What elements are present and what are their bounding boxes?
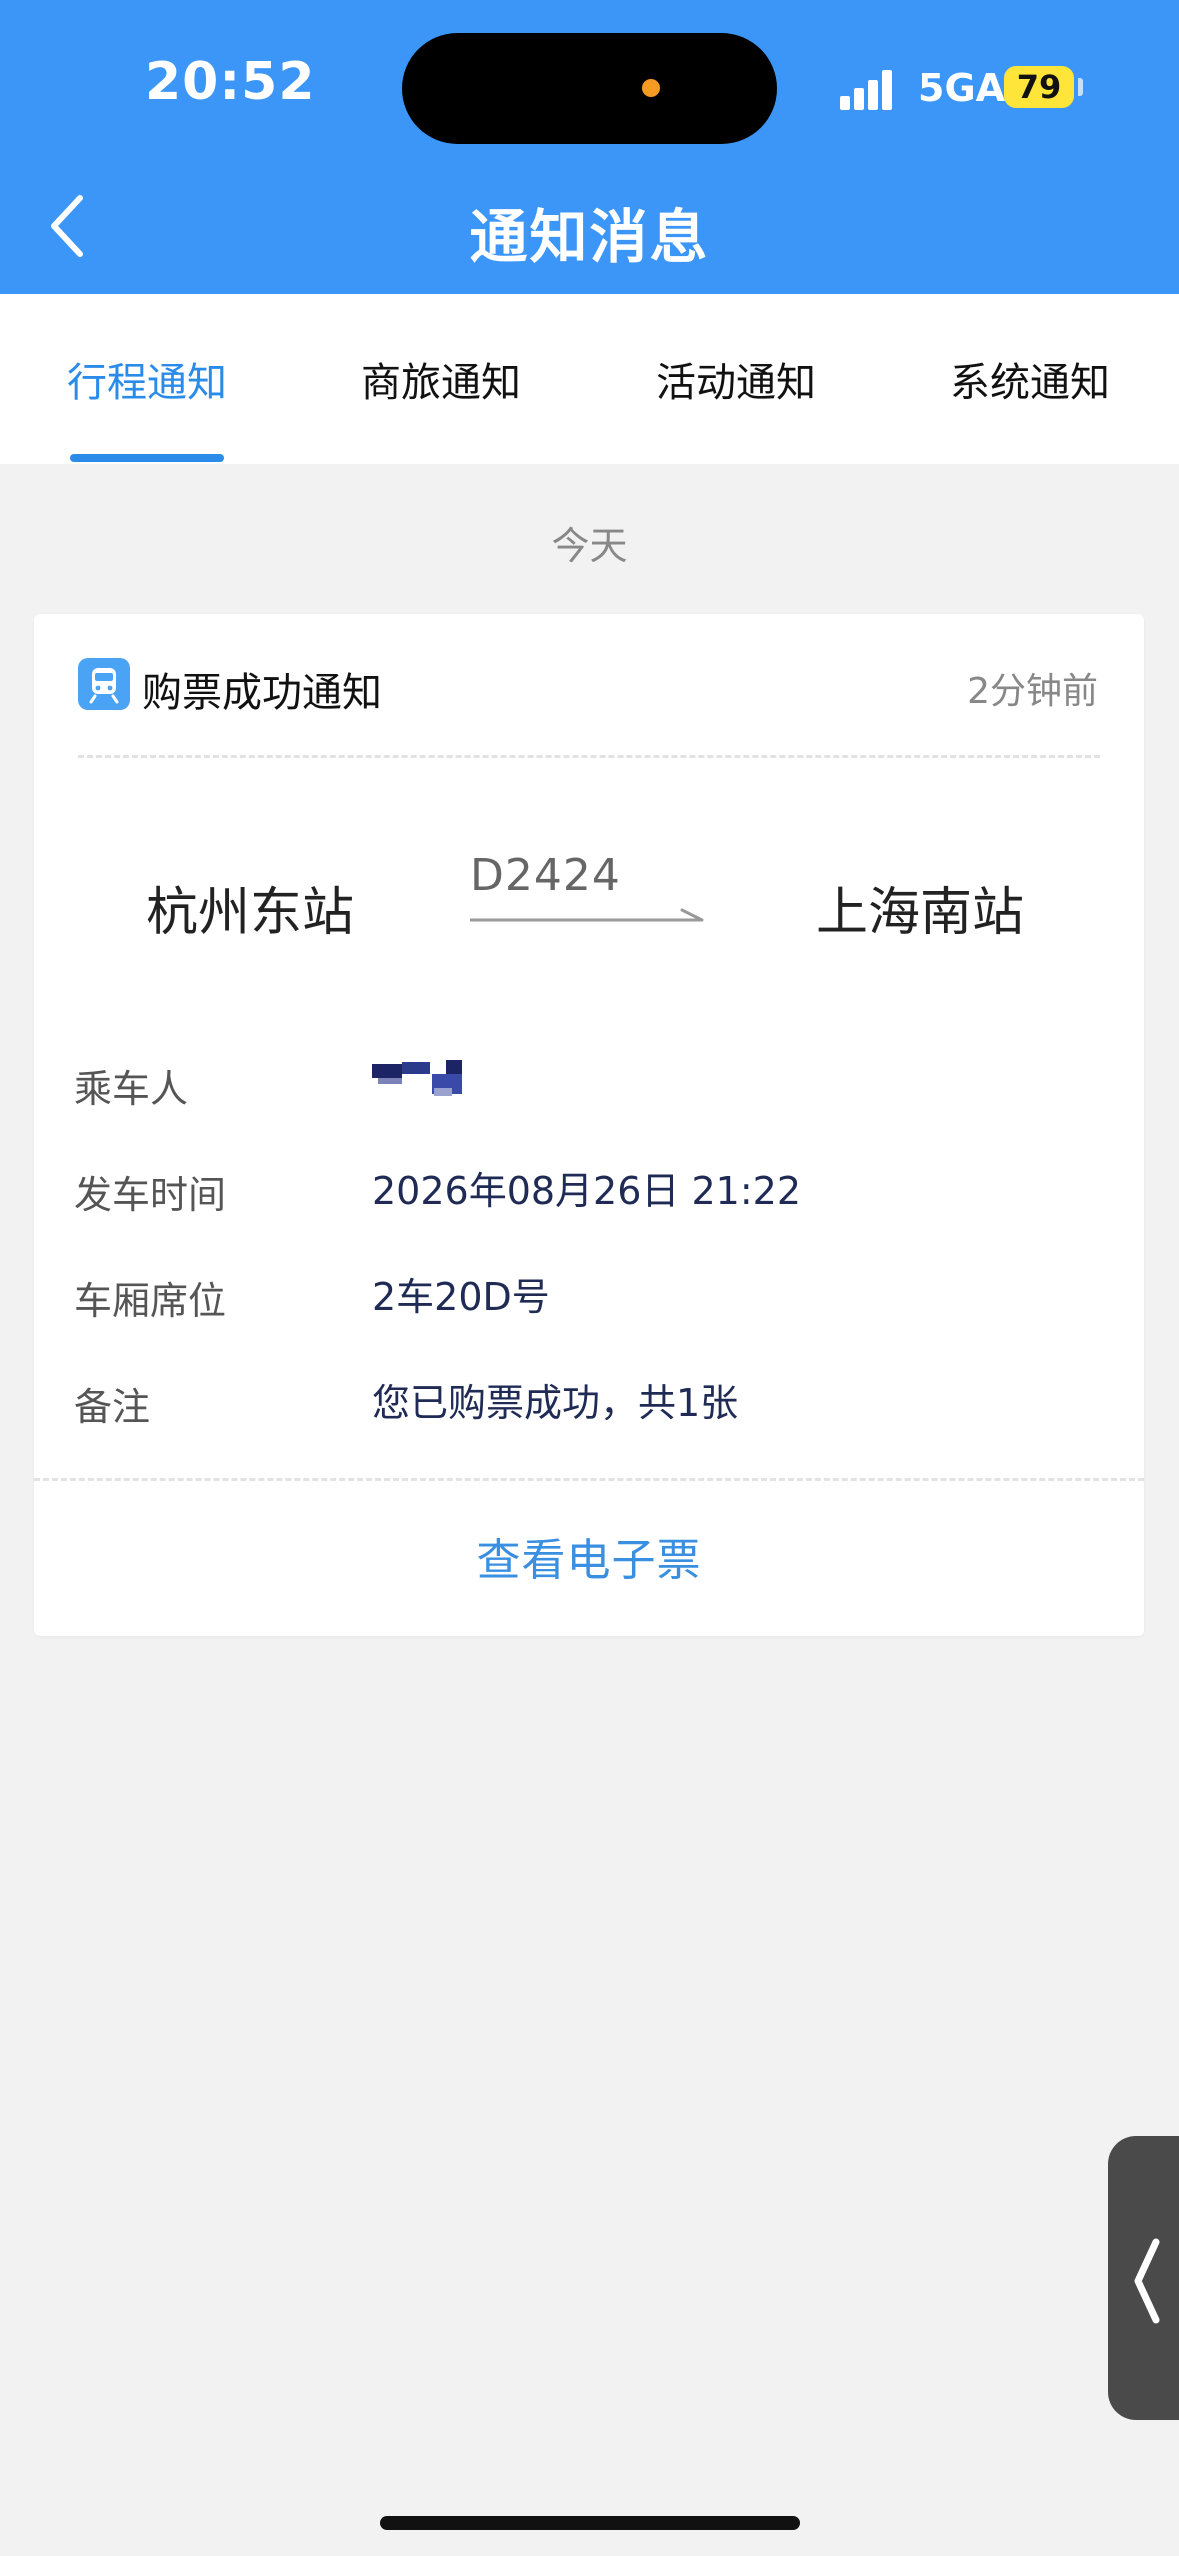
departure-time-label: 发车时间 [74, 1173, 227, 1217]
battery-level: 79 [1004, 66, 1074, 108]
battery-nub [1078, 78, 1083, 96]
departure-time-value: 2026年08月26日 21:22 [372, 1169, 802, 1213]
active-tab-indicator [70, 454, 224, 462]
notification-tabs: 行程通知 商旅通知 活动通知 系统通知 [0, 294, 1179, 464]
seat-value: 2车20D号 [372, 1275, 550, 1319]
remark-label: 备注 [74, 1385, 151, 1429]
remark-value: 您已购票成功，共1张 [372, 1381, 739, 1425]
header-divider [78, 755, 1100, 758]
ticket-notification-card: 购票成功通知 2分钟前 杭州东站 D2424 上海南站 乘车人 发车时间 202… [34, 614, 1144, 1636]
side-chevron-icon [1134, 2238, 1160, 2324]
network-type: 5GA [918, 66, 1006, 110]
seat-label: 车厢席位 [74, 1279, 227, 1323]
date-group-label: 今天 [551, 524, 628, 568]
notification-time: 2分钟前 [967, 671, 1098, 712]
tab-system-notice[interactable]: 系统通知 [930, 350, 1130, 408]
tab-business-travel-notice[interactable]: 商旅通知 [341, 350, 541, 408]
arrival-station: 上海南站 [816, 883, 1025, 943]
train-number: D2424 [470, 850, 621, 901]
passenger-name-redacted [372, 1054, 502, 1100]
view-eticket-button[interactable]: 查看电子票 [34, 1524, 1144, 1588]
tab-trip-notice[interactable]: 行程通知 [47, 350, 247, 408]
notification-title: 购票成功通知 [142, 670, 382, 716]
passenger-label: 乘车人 [74, 1067, 189, 1111]
dynamic-island [402, 33, 777, 144]
cellular-signal-icon [840, 66, 900, 110]
arrow-right-icon [470, 908, 704, 922]
departure-station: 杭州东站 [146, 883, 355, 943]
home-indicator[interactable] [380, 2516, 800, 2530]
floating-side-handle[interactable] [1108, 2136, 1179, 2420]
page-title: 通知消息 [469, 203, 710, 271]
footer-divider [34, 1478, 1144, 1481]
recording-indicator-dot [642, 79, 660, 97]
top-header: 20:52 5GA 79 通知消息 [0, 0, 1179, 294]
train-icon [78, 658, 130, 710]
tab-activity-notice[interactable]: 活动通知 [636, 350, 836, 408]
status-time: 20:52 [145, 52, 316, 112]
